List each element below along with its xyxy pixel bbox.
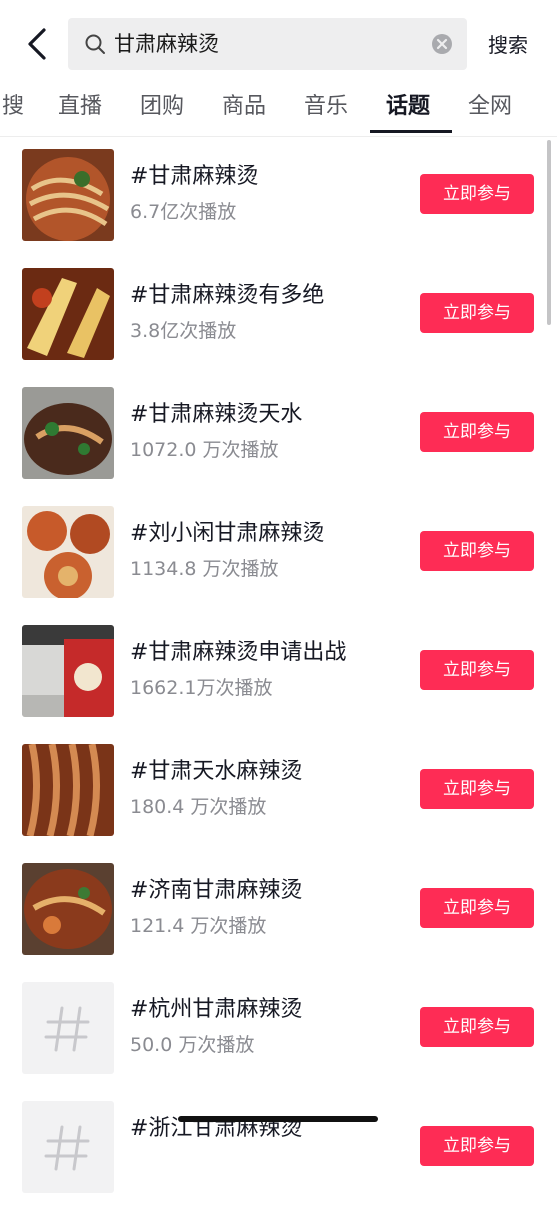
topic-thumbnail [22, 625, 114, 717]
join-button[interactable]: 立即参与 [420, 412, 534, 452]
topic-title: #甘肃天水麻辣烫 [130, 759, 303, 784]
search-box[interactable]: 甘肃麻辣烫 [68, 18, 467, 70]
top-bar: 甘肃麻辣烫 搜索 [0, 0, 557, 88]
topic-title: #刘小闲甘肃麻辣烫 [130, 521, 325, 546]
topic-row[interactable]: #杭州甘肃麻辣烫 50.0 万次播放 立即参与 [0, 969, 557, 1088]
tab-all-web[interactable]: 全网 [468, 92, 512, 122]
join-button[interactable]: 立即参与 [420, 1126, 534, 1166]
tab-search[interactable]: 搜 [2, 92, 24, 122]
topic-play-count: 121.4 万次播放 [130, 915, 267, 937]
tab-products[interactable]: 商品 [222, 92, 266, 122]
topic-title: #甘肃麻辣烫 [130, 164, 259, 189]
category-tabs: 搜 直播 团购 商品 音乐 话题 全网 [0, 88, 557, 137]
join-button[interactable]: 立即参与 [420, 531, 534, 571]
topic-thumbnail [22, 387, 114, 479]
topic-row[interactable]: #甘肃天水麻辣烫 180.4 万次播放 立即参与 [0, 731, 557, 850]
back-arrow-icon[interactable] [22, 26, 54, 62]
active-tab-indicator [370, 130, 452, 133]
topic-play-count: 1662.1万次播放 [130, 677, 273, 699]
join-button[interactable]: 立即参与 [420, 174, 534, 214]
join-button[interactable]: 立即参与 [420, 769, 534, 809]
topic-thumbnail [22, 506, 114, 598]
topic-title: #甘肃麻辣烫天水 [130, 402, 303, 427]
clear-icon[interactable] [431, 33, 453, 55]
tab-live[interactable]: 直播 [58, 92, 102, 122]
join-button[interactable]: 立即参与 [420, 650, 534, 690]
topic-play-count: 1072.0 万次播放 [130, 439, 279, 461]
topic-row[interactable]: #甘肃麻辣烫天水 1072.0 万次播放 立即参与 [0, 374, 557, 493]
topic-title: #济南甘肃麻辣烫 [130, 878, 303, 903]
topic-row[interactable]: #甘肃麻辣烫有多绝 3.8亿次播放 立即参与 [0, 255, 557, 374]
topic-row[interactable]: #济南甘肃麻辣烫 121.4 万次播放 立即参与 [0, 850, 557, 969]
search-icon [85, 34, 105, 54]
topic-play-count: 6.7亿次播放 [130, 201, 237, 223]
hash-placeholder-icon [22, 1101, 114, 1193]
topic-title: #甘肃麻辣烫申请出战 [130, 640, 347, 665]
join-button[interactable]: 立即参与 [420, 888, 534, 928]
scrollbar[interactable] [547, 140, 551, 325]
search-button[interactable]: 搜索 [488, 32, 528, 58]
topic-row[interactable]: #甘肃麻辣烫申请出战 1662.1万次播放 立即参与 [0, 612, 557, 731]
home-indicator [178, 1116, 378, 1122]
topic-play-count: 50.0 万次播放 [130, 1034, 255, 1056]
join-button[interactable]: 立即参与 [420, 1007, 534, 1047]
topic-thumbnail [22, 863, 114, 955]
topic-thumbnail [22, 744, 114, 836]
topic-title: #甘肃麻辣烫有多绝 [130, 283, 325, 308]
topic-row[interactable]: #刘小闲甘肃麻辣烫 1134.8 万次播放 立即参与 [0, 493, 557, 612]
topic-title: #杭州甘肃麻辣烫 [130, 997, 303, 1022]
hash-placeholder-icon [22, 982, 114, 1074]
search-input[interactable]: 甘肃麻辣烫 [114, 30, 219, 58]
topic-play-count: 1134.8 万次播放 [130, 558, 279, 580]
tab-topics[interactable]: 话题 [386, 92, 430, 122]
tab-group-buy[interactable]: 团购 [140, 92, 184, 122]
topic-row[interactable]: #甘肃麻辣烫 6.7亿次播放 立即参与 [0, 136, 557, 255]
topic-play-count: 180.4 万次播放 [130, 796, 267, 818]
topic-thumbnail [22, 149, 114, 241]
topic-play-count: 3.8亿次播放 [130, 320, 237, 342]
join-button[interactable]: 立即参与 [420, 293, 534, 333]
topic-thumbnail [22, 268, 114, 360]
tab-music[interactable]: 音乐 [304, 92, 348, 122]
topic-row[interactable]: #浙江甘肃麻辣烫 立即参与 [0, 1088, 557, 1207]
